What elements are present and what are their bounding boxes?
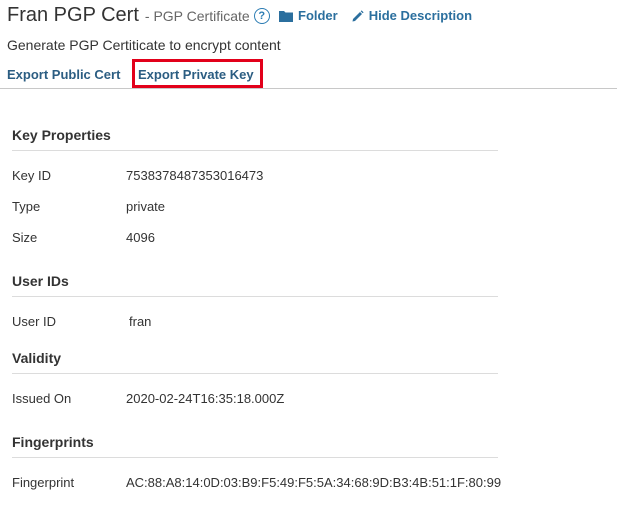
pencil-icon <box>352 9 364 21</box>
folder-label: Folder <box>298 8 338 23</box>
header-links: Folder Hide Description <box>279 8 486 23</box>
help-icon[interactable]: ? <box>253 8 270 24</box>
section-title-validity: Validity <box>12 350 62 366</box>
page-title: Fran PGP Cert <box>7 4 139 26</box>
hide-description-label: Hide Description <box>368 8 473 23</box>
section-title-key-properties: Key Properties <box>12 127 111 143</box>
highlight-box <box>132 59 263 88</box>
section-title-user-ids: User IDs <box>12 273 69 289</box>
page-subtitle: - PGP Certificate <box>144 8 250 24</box>
folder-link[interactable]: Folder <box>279 8 338 23</box>
size-label: Size <box>12 230 38 245</box>
hide-description-link[interactable]: Hide Description <box>352 8 472 23</box>
page-header: Fran PGP Cert - PGP Certificate ? <box>7 4 270 32</box>
page-description: Generate PGP Certiticate to encrypt cont… <box>7 37 281 53</box>
size-value: 4096 <box>126 230 155 245</box>
action-bar: Export Public Cert Export Private Key <box>0 62 617 89</box>
key-id-label: Key ID <box>12 168 52 183</box>
section-divider <box>12 373 498 374</box>
section-divider <box>12 296 498 297</box>
fingerprint-value: AC:88:A8:14:0D:03:B9:F5:49:F5:5A:34:68:9… <box>126 475 502 490</box>
type-value: private <box>126 199 166 214</box>
key-id-value: 7538378487353016473 <box>126 168 264 183</box>
user-id-label: User ID <box>12 314 57 329</box>
user-id-value: fran <box>129 314 152 329</box>
section-title-fingerprints: Fingerprints <box>12 434 94 450</box>
issued-on-value: 2020-02-24T16:35:18.000Z <box>126 391 285 406</box>
folder-icon <box>279 10 293 22</box>
fingerprint-label: Fingerprint <box>12 475 75 490</box>
type-label: Type <box>12 199 41 214</box>
export-public-cert-button[interactable]: Export Public Cert <box>7 67 120 82</box>
section-divider <box>12 150 498 151</box>
issued-on-label: Issued On <box>12 391 72 406</box>
section-divider <box>12 457 498 458</box>
